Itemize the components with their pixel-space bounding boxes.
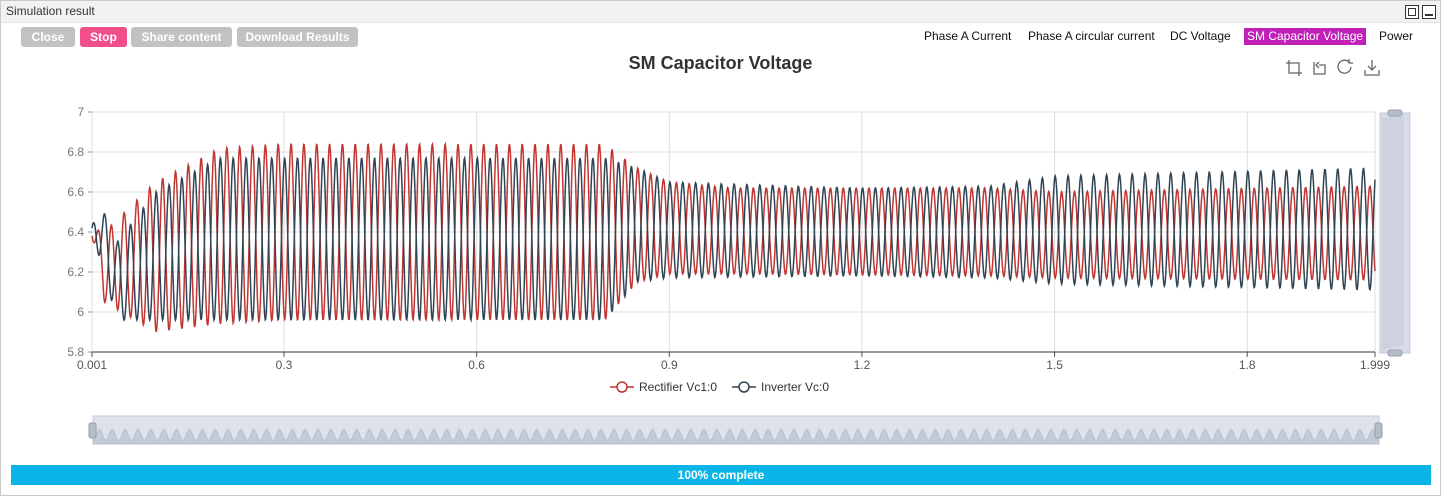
progress-label: 100% complete xyxy=(677,468,765,482)
share-content-button[interactable]: Share content xyxy=(131,27,232,47)
tab-power[interactable]: Power xyxy=(1376,28,1416,45)
maximize-icon[interactable] xyxy=(1405,5,1419,19)
chart-title: SM Capacitor Voltage xyxy=(628,53,813,73)
minimize-icon[interactable] xyxy=(1422,5,1436,19)
download-results-button[interactable]: Download Results xyxy=(237,27,358,47)
tab-sm-capacitor-voltage[interactable]: SM Capacitor Voltage xyxy=(1244,28,1367,45)
tab-phase-a-current[interactable]: Phase A Current xyxy=(921,28,1014,45)
window-title: Simulation result xyxy=(6,4,95,18)
tab-dc-voltage[interactable]: DC Voltage xyxy=(1167,28,1234,45)
progress-bar: 100% complete xyxy=(11,465,1431,485)
close-button[interactable]: Close xyxy=(21,27,75,47)
simulation-result-window: Simulation result xyxy=(0,0,1441,496)
stop-button[interactable]: Stop xyxy=(80,27,127,47)
title-bar: Simulation result xyxy=(1,1,1440,23)
tab-phase-a-circular-current[interactable]: Phase A circular current xyxy=(1025,28,1158,45)
